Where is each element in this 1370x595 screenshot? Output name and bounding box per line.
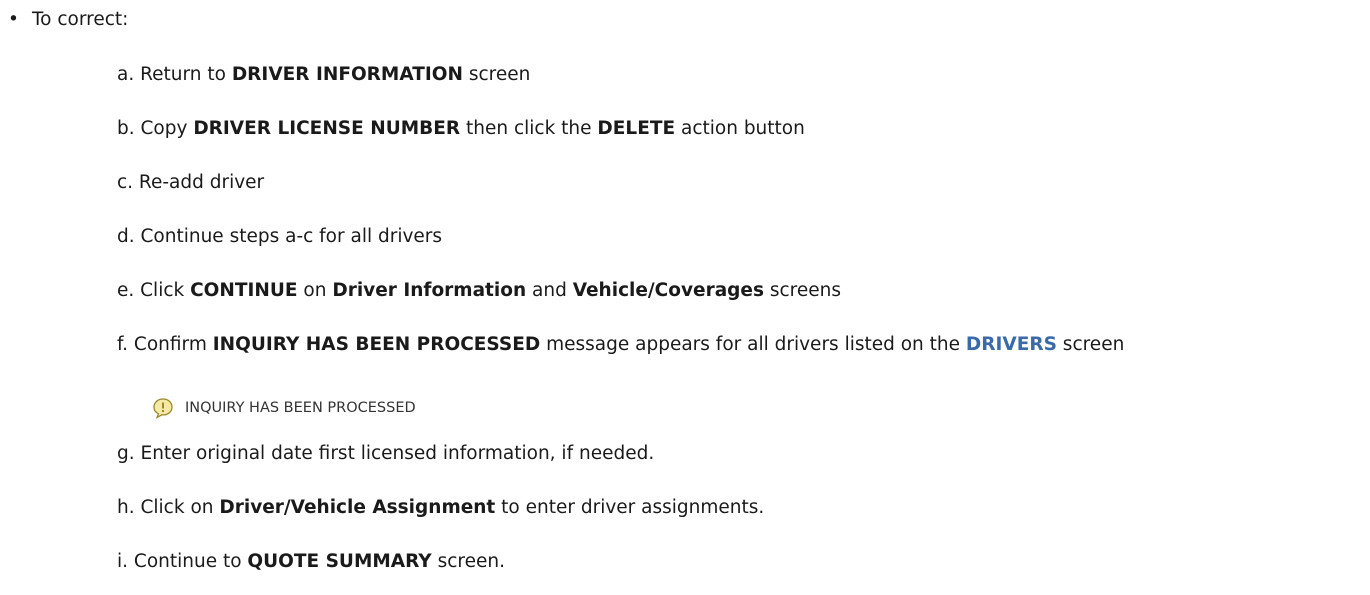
bullet-text: To correct: (32, 9, 129, 30)
message-text: INQUIRY HAS BEEN PROCESSED (185, 399, 416, 416)
step-e: e. Click CONTINUE on Driver Information … (117, 280, 842, 301)
step-b-bold-2: DELETE (597, 118, 676, 139)
bullet-dot: • (8, 9, 19, 30)
step-i-prefix: i. Continue to (117, 551, 248, 572)
step-f-mid: message appears for all drivers listed o… (540, 334, 966, 355)
step-i: i. Continue to QUOTE SUMMARY screen. (117, 551, 505, 572)
step-e-prefix: e. Click (117, 280, 191, 301)
step-i-suffix: screen. (431, 551, 505, 572)
bullet-item: • To correct: (8, 9, 129, 30)
step-b-mid: then click the (460, 118, 598, 139)
step-e-mid-2: and (526, 280, 573, 301)
step-g-text: g. Enter original date first licensed in… (117, 443, 655, 464)
inquiry-processed-message: INQUIRY HAS BEEN PROCESSED (152, 397, 416, 419)
step-b-prefix: b. Copy (117, 118, 194, 139)
step-h-bold: Driver/Vehicle Assignment (219, 497, 496, 518)
step-b: b. Copy DRIVER LICENSE NUMBER then click… (117, 118, 805, 139)
step-h: h. Click on Driver/Vehicle Assignment to… (117, 497, 765, 518)
info-exclamation-icon (153, 398, 173, 419)
step-f-bold-1: INQUIRY HAS BEEN PROCESSED (212, 334, 541, 355)
step-d: d. Continue steps a-c for all drivers (117, 226, 443, 247)
step-f-prefix: f. Confirm (117, 334, 213, 355)
step-e-bold-1: CONTINUE (190, 280, 298, 301)
step-e-suffix: screens (763, 280, 842, 301)
step-b-bold-1: DRIVER LICENSE NUMBER (193, 118, 461, 139)
step-i-bold: QUOTE SUMMARY (247, 551, 432, 572)
step-e-bold-3: Vehicle/Coverages (572, 280, 764, 301)
step-e-mid-1: on (297, 280, 333, 301)
step-f-drivers-link: DRIVERS (965, 334, 1057, 355)
step-a-prefix: a. Return to (117, 64, 232, 85)
step-a: a. Return to DRIVER INFORMATION screen (117, 64, 531, 85)
step-f: f. Confirm INQUIRY HAS BEEN PROCESSED me… (117, 334, 1125, 355)
step-e-bold-2: Driver Information (332, 280, 527, 301)
step-c: c. Re-add driver (117, 172, 265, 193)
step-c-text: c. Re-add driver (117, 172, 265, 193)
step-h-prefix: h. Click on (117, 497, 220, 518)
step-a-bold: DRIVER INFORMATION (231, 64, 463, 85)
step-f-suffix: screen (1056, 334, 1125, 355)
step-b-suffix: action button (675, 118, 805, 139)
step-d-text: d. Continue steps a-c for all drivers (117, 226, 443, 247)
step-a-suffix: screen (462, 64, 531, 85)
step-g: g. Enter original date first licensed in… (117, 443, 655, 464)
step-h-suffix: to enter driver assignments. (495, 497, 765, 518)
